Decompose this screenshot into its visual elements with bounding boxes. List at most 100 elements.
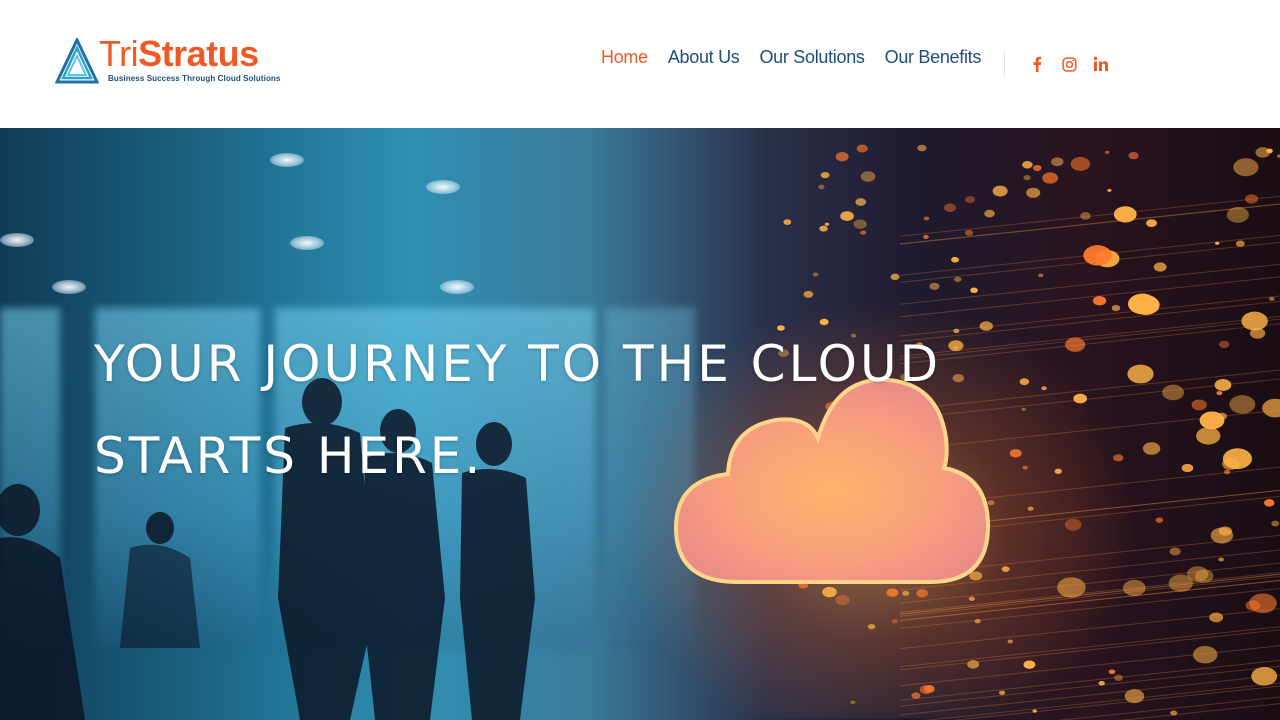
bokeh-light <box>1107 188 1112 192</box>
bokeh-light <box>1092 295 1107 306</box>
bokeh-light <box>968 596 975 601</box>
bokeh-light <box>1199 411 1225 430</box>
light-streak <box>899 276 1280 318</box>
bokeh-light <box>911 692 921 699</box>
bokeh-light <box>1162 384 1185 401</box>
facebook-icon[interactable] <box>1028 55 1046 73</box>
bokeh-light <box>1041 386 1047 391</box>
bokeh-light <box>1007 639 1013 644</box>
bokeh-light <box>1181 463 1194 473</box>
bokeh-light <box>803 290 814 298</box>
light-streak <box>899 300 1280 342</box>
linkedin-icon[interactable] <box>1092 55 1110 73</box>
bokeh-light <box>1255 147 1271 158</box>
bokeh-light <box>923 216 930 221</box>
bokeh-light <box>1070 156 1091 171</box>
brand-tagline: Business Success Through Cloud Solutions <box>108 74 281 83</box>
bokeh-light <box>1073 393 1088 404</box>
brand-name-bold: Stratus <box>138 33 259 74</box>
bokeh-light <box>992 185 1008 197</box>
nav-divider <box>1004 51 1005 77</box>
bokeh-light <box>856 144 868 153</box>
bokeh-light <box>954 276 962 282</box>
bokeh-light <box>835 152 849 162</box>
bokeh-light <box>965 195 976 204</box>
light-streak <box>899 626 1280 668</box>
bokeh-light <box>951 256 960 263</box>
light-streak <box>899 645 1280 687</box>
nav-home[interactable]: Home <box>601 47 648 68</box>
instagram-icon[interactable] <box>1060 55 1078 73</box>
light-streak <box>899 263 1280 305</box>
light-streak <box>924 682 1280 720</box>
bokeh-light <box>1108 669 1116 675</box>
bokeh-light <box>835 595 850 606</box>
bokeh-light <box>890 273 900 281</box>
nav-our-solutions[interactable]: Our Solutions <box>759 47 864 68</box>
brand-name: TriStratus <box>99 34 259 74</box>
bokeh-light <box>1153 262 1167 272</box>
nav-about-us[interactable]: About Us <box>668 47 740 68</box>
bokeh-light <box>1051 157 1064 167</box>
nav-our-benefits[interactable]: Our Benefits <box>885 47 982 68</box>
bokeh-light <box>783 219 792 225</box>
bokeh-light <box>984 209 995 218</box>
bokeh-light <box>1019 378 1030 386</box>
bokeh-light <box>1064 518 1082 531</box>
bokeh-light <box>853 219 867 229</box>
light-streak <box>899 674 1280 716</box>
brand-logo[interactable]: TriStratus Business Success Through Clou… <box>55 34 285 88</box>
site-header: TriStratus Business Success Through Clou… <box>0 0 1280 128</box>
bokeh-light <box>1271 520 1280 527</box>
light-streak <box>899 659 1280 701</box>
bokeh-light <box>916 589 929 598</box>
bokeh-light <box>1128 151 1139 160</box>
bokeh-light <box>1169 547 1181 556</box>
bokeh-light <box>1263 499 1275 507</box>
bokeh-light <box>1218 557 1224 562</box>
hero-title: YOUR JOURNEY TO THE CLOUD STARTS HERE. <box>94 318 941 502</box>
bokeh-light <box>1262 398 1280 418</box>
bokeh-light <box>867 623 876 630</box>
light-streak <box>899 318 1280 360</box>
bokeh-light <box>1111 305 1121 312</box>
light-streak <box>899 629 1280 671</box>
hero-title-line-1: YOUR JOURNEY TO THE CLOUD <box>94 335 942 393</box>
bokeh-light <box>1196 427 1221 445</box>
bokeh-light <box>1022 160 1033 169</box>
bokeh-light <box>820 172 830 179</box>
bokeh-light <box>970 287 978 294</box>
bokeh-light <box>855 198 867 206</box>
bokeh-light <box>824 222 830 226</box>
bokeh-light <box>1229 395 1256 414</box>
bokeh-light <box>1001 566 1010 573</box>
bokeh-light <box>850 700 856 705</box>
bokeh-light <box>1023 175 1031 181</box>
bokeh-light <box>819 225 828 232</box>
bokeh-light <box>812 272 819 277</box>
bokeh-light <box>860 230 867 235</box>
bokeh-light <box>840 211 854 221</box>
bokeh-light <box>1032 164 1042 172</box>
bokeh-light <box>1027 506 1034 511</box>
tristratus-logo-icon <box>55 38 99 84</box>
bokeh-light <box>891 619 898 624</box>
bokeh-light <box>1054 468 1062 474</box>
bokeh-light <box>1026 187 1041 198</box>
bokeh-light <box>1022 465 1028 470</box>
bokeh-light <box>1222 457 1240 471</box>
main-nav: Home About Us Our Solutions Our Benefits <box>601 47 981 68</box>
bokeh-light <box>964 229 974 236</box>
bokeh-light <box>902 590 910 596</box>
bokeh-light <box>1009 449 1022 458</box>
bokeh-light <box>1142 442 1161 455</box>
light-streak <box>899 315 1280 357</box>
hero-title-line-2: STARTS HERE. <box>94 427 484 485</box>
brand-name-light: Tri <box>99 33 139 74</box>
bokeh-light <box>1023 660 1036 669</box>
bokeh-light <box>919 685 933 695</box>
light-streak <box>899 234 1280 276</box>
bokeh-light <box>923 234 929 239</box>
bokeh-light <box>1113 454 1124 462</box>
bokeh-light <box>1191 399 1207 411</box>
